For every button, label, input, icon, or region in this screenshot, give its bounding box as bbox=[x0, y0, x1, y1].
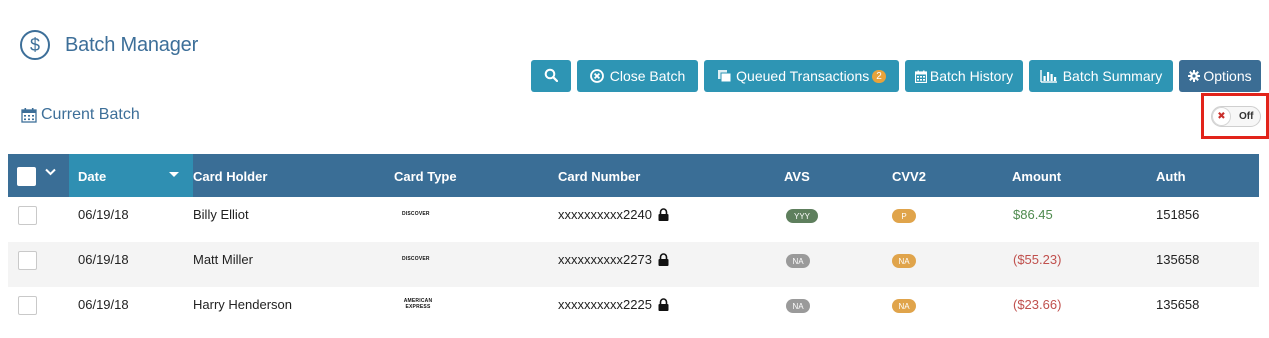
queued-transactions-button[interactable]: Queued Transactions 2 bbox=[704, 60, 899, 92]
column-auth[interactable]: Auth bbox=[1156, 169, 1186, 184]
row-card-number: xxxxxxxxxx2225 bbox=[558, 297, 669, 314]
chevron-down-icon[interactable] bbox=[45, 167, 56, 179]
avs-badge: NA bbox=[786, 254, 810, 268]
row-card-holder: Harry Henderson bbox=[193, 297, 292, 312]
column-avs[interactable]: AVS bbox=[784, 169, 810, 184]
page-title: Batch Manager bbox=[65, 33, 199, 56]
row-card-number: xxxxxxxxxx2273 bbox=[558, 252, 669, 269]
toggle-state-label: Off bbox=[1239, 111, 1254, 122]
row-checkbox[interactable] bbox=[18, 296, 37, 315]
dollar-circle-icon: $ bbox=[20, 30, 50, 60]
select-all-checkbox[interactable] bbox=[17, 167, 36, 186]
card-number-text: xxxxxxxxxx2273 bbox=[558, 252, 652, 267]
column-date[interactable]: Date bbox=[78, 169, 106, 184]
column-card-type[interactable]: Card Type bbox=[394, 169, 457, 184]
search-icon bbox=[544, 68, 559, 85]
toolbar: Close Batch Queued Transactions 2 Batch … bbox=[531, 60, 1261, 92]
transactions-table: Date Card Holder Card Type Card Number A… bbox=[8, 154, 1259, 332]
column-card-holder[interactable]: Card Holder bbox=[193, 169, 267, 184]
row-auth: 135658 bbox=[1156, 252, 1200, 267]
batch-history-label: Batch History bbox=[929, 68, 1014, 84]
row-auth: 151856 bbox=[1156, 207, 1200, 222]
row-amount: ($55.23) bbox=[1013, 252, 1062, 267]
table-header: Date Card Holder Card Type Card Number A… bbox=[8, 154, 1259, 197]
close-batch-label: Close Batch bbox=[609, 68, 686, 84]
gear-icon bbox=[1188, 70, 1201, 82]
cvv2-badge: NA bbox=[892, 299, 916, 313]
row-amount: ($23.66) bbox=[1013, 297, 1062, 312]
queued-count-badge: 2 bbox=[872, 69, 886, 83]
batch-manager-page: $ Batch Manager Close Batch Queued Trans… bbox=[0, 0, 1269, 338]
row-amount: $86.45 bbox=[1013, 207, 1053, 222]
table-row[interactable]: 06/19/18 Harry Henderson AMERICAN EXPRES… bbox=[8, 287, 1259, 332]
row-date: 06/19/18 bbox=[78, 297, 129, 312]
batch-toggle-switch[interactable]: ✖ Off bbox=[1211, 106, 1261, 127]
toggle-highlight-box: ✖ Off bbox=[1201, 93, 1269, 139]
cvv2-badge: NA bbox=[892, 254, 916, 268]
close-batch-button[interactable]: Close Batch bbox=[577, 60, 698, 92]
copy-icon bbox=[717, 69, 732, 83]
page-header: $ Batch Manager bbox=[20, 30, 198, 60]
batch-history-button[interactable]: Batch History bbox=[905, 60, 1023, 92]
row-date: 06/19/18 bbox=[78, 252, 129, 267]
table-row[interactable]: 06/19/18 Matt Miller DISCOVER xxxxxxxxxx… bbox=[8, 242, 1259, 287]
avs-badge: NA bbox=[786, 299, 810, 313]
calendar-icon bbox=[21, 107, 37, 123]
close-x-icon: ✖ bbox=[1212, 107, 1231, 126]
row-auth: 135658 bbox=[1156, 297, 1200, 312]
sort-caret-icon[interactable] bbox=[169, 172, 179, 177]
lock-icon[interactable] bbox=[658, 253, 669, 269]
avs-badge: YYY bbox=[786, 209, 818, 223]
queued-transactions-label: Queued Transactions bbox=[736, 68, 870, 84]
options-label: Options bbox=[1203, 68, 1252, 84]
current-batch-label: Current Batch bbox=[41, 106, 140, 123]
row-checkbox[interactable] bbox=[18, 251, 37, 270]
lock-icon[interactable] bbox=[658, 208, 669, 224]
cvv2-badge: P bbox=[892, 209, 916, 223]
row-card-holder: Matt Miller bbox=[193, 252, 253, 267]
column-cvv2[interactable]: CVV2 bbox=[892, 169, 926, 184]
current-batch-heading: Current Batch bbox=[21, 106, 140, 124]
calendar-icon bbox=[914, 70, 927, 83]
options-button[interactable]: Options bbox=[1179, 60, 1261, 92]
lock-icon[interactable] bbox=[658, 298, 669, 314]
close-circle-icon bbox=[589, 69, 604, 83]
row-card-number: xxxxxxxxxx2240 bbox=[558, 207, 669, 224]
row-card-holder: Billy Elliot bbox=[193, 207, 249, 222]
amex-logo: AMERICAN EXPRESS bbox=[403, 298, 433, 310]
row-checkbox[interactable] bbox=[18, 206, 37, 225]
discover-logo: DISCOVER bbox=[402, 211, 430, 217]
batch-summary-label: Batch Summary bbox=[1062, 68, 1163, 84]
discover-logo: DISCOVER bbox=[402, 256, 430, 262]
bar-chart-icon bbox=[1040, 69, 1057, 83]
search-button[interactable] bbox=[531, 60, 571, 92]
row-date: 06/19/18 bbox=[78, 207, 129, 222]
table-row[interactable]: 06/19/18 Billy Elliot DISCOVER xxxxxxxxx… bbox=[8, 197, 1259, 242]
card-number-text: xxxxxxxxxx2240 bbox=[558, 207, 652, 222]
batch-summary-button[interactable]: Batch Summary bbox=[1029, 60, 1173, 92]
column-amount[interactable]: Amount bbox=[1012, 169, 1061, 184]
column-card-number[interactable]: Card Number bbox=[558, 169, 640, 184]
card-number-text: xxxxxxxxxx2225 bbox=[558, 297, 652, 312]
